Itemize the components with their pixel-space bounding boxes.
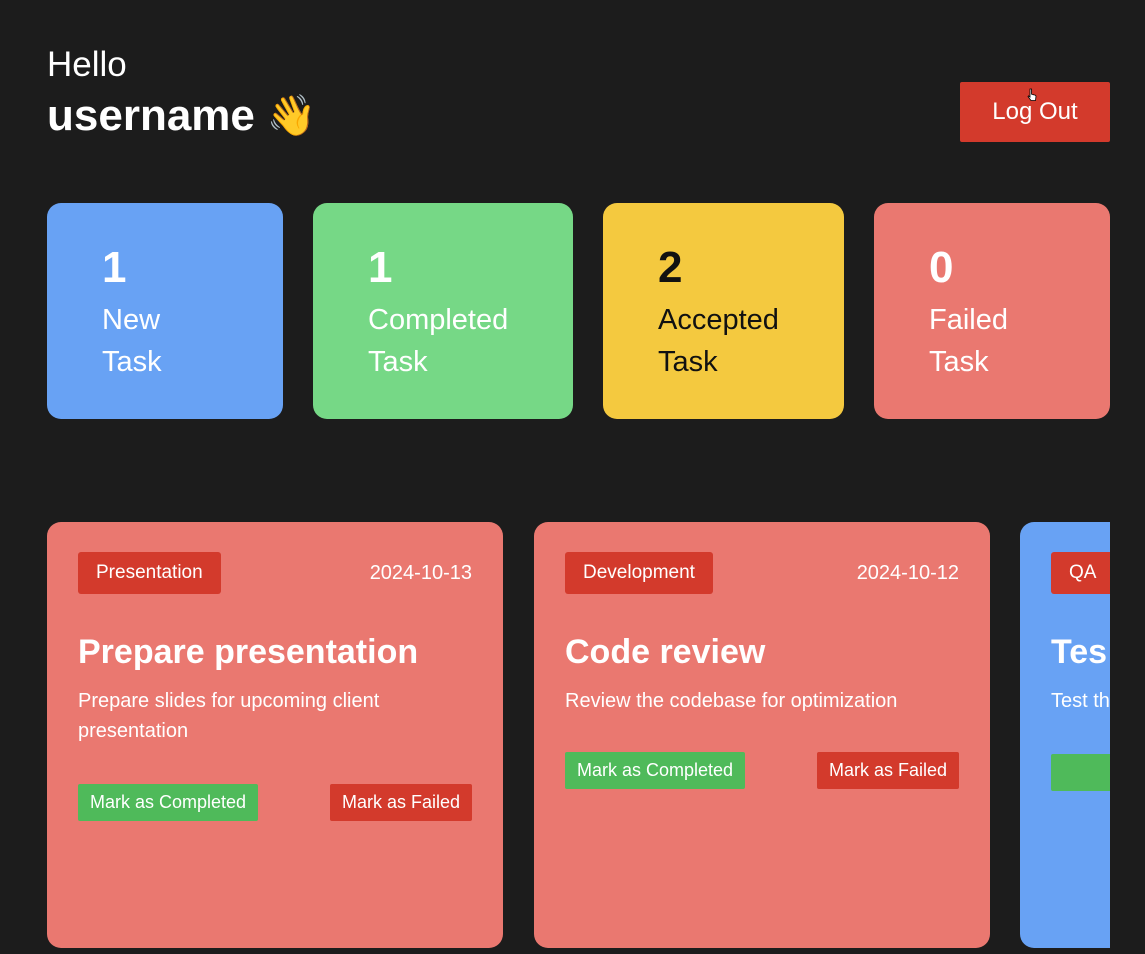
stat-label: Failed Task: [929, 299, 1099, 383]
mark-failed-button[interactable]: Mark as Failed: [816, 752, 959, 789]
task-list[interactable]: Presentation 2024-10-13 Prepare presenta…: [0, 522, 1110, 954]
stat-count: 1: [102, 243, 127, 292]
task-card-header: Development 2024-10-12: [565, 552, 959, 594]
stat-accepted-task: 2 Accepted Task: [603, 203, 844, 419]
greeting-hello: Hello: [47, 45, 127, 84]
stat-count: 0: [929, 243, 954, 292]
mark-completed-button[interactable]: Mark as Completed: [78, 784, 259, 821]
stat-label: Accepted Task: [658, 299, 828, 383]
stat-label-line1: Failed: [929, 304, 1008, 336]
stat-count: 2: [658, 243, 683, 292]
task-description: Prepare slides for upcoming client prese…: [78, 690, 380, 742]
task-stats: 1 New Task 1 Completed Task 2 Accepted T…: [0, 203, 1145, 419]
stat-label-line2: Task: [658, 346, 718, 378]
task-card-header: Presentation 2024-10-13: [78, 552, 472, 594]
mark-failed-button[interactable]: Mark as Failed: [329, 784, 472, 821]
task-card: QA Tes Test th: [1020, 522, 1110, 948]
stat-label: New Task: [102, 299, 272, 383]
stat-count: 1: [368, 243, 393, 292]
task-card-header: QA: [1051, 552, 1110, 594]
task-category-badge: Development: [565, 552, 713, 594]
task-category-badge: Presentation: [78, 552, 221, 594]
task-actions: Mark as Completed Mark as Failed: [78, 784, 472, 821]
stat-label-line1: Accepted: [658, 304, 779, 336]
task-date: 2024-10-13: [369, 561, 472, 584]
stat-label-line1: Completed: [368, 304, 509, 336]
task-description: Review the codebase for optimization: [565, 690, 898, 712]
stat-label-line1: New: [102, 304, 161, 336]
task-title: Tes: [1051, 633, 1108, 671]
stat-label-line2: Task: [368, 346, 428, 378]
mark-completed-button[interactable]: [1051, 754, 1110, 791]
wave-icon: 👋: [266, 94, 317, 138]
mark-completed-button[interactable]: Mark as Completed: [565, 752, 746, 789]
pointer-cursor-icon: [1027, 88, 1037, 101]
stat-label-line2: Task: [929, 346, 989, 378]
stat-label: Completed Task: [368, 299, 538, 383]
username-text: username: [47, 91, 255, 140]
task-card: Presentation 2024-10-13 Prepare presenta…: [47, 522, 503, 948]
employee-dashboard: Hello username 👋 Log Out 1 New Task 1 Co…: [0, 0, 1145, 954]
greeting-username: username 👋: [47, 90, 317, 142]
task-description: Test th: [1051, 690, 1110, 712]
task-title: Prepare presentation: [78, 633, 419, 671]
stat-failed-task: 0 Failed Task: [874, 203, 1110, 419]
stat-new-task: 1 New Task: [47, 203, 283, 419]
task-category-badge: QA: [1051, 552, 1110, 594]
task-date: 2024-10-12: [856, 561, 959, 584]
task-actions: [1051, 754, 1110, 791]
task-card: Development 2024-10-12 Code review Revie…: [534, 522, 990, 948]
task-title: Code review: [565, 633, 766, 671]
stat-label-line2: Task: [102, 346, 162, 378]
task-actions: Mark as Completed Mark as Failed: [565, 752, 959, 789]
stat-completed-task: 1 Completed Task: [313, 203, 573, 419]
